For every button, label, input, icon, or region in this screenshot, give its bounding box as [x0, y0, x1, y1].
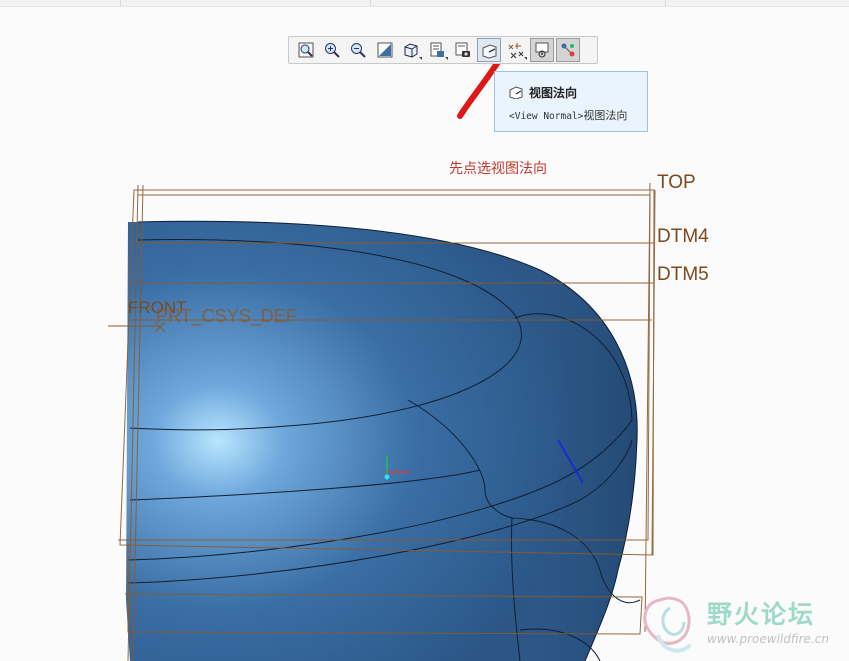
spin-center-button[interactable] [555, 38, 580, 62]
view-normal-icon [482, 44, 497, 59]
view-normal-button[interactable] [477, 38, 502, 62]
model-viewport[interactable] [0, 0, 849, 661]
saved-orientations-button[interactable] [426, 39, 448, 61]
tooltip-description-text: 视图法向 [583, 109, 628, 122]
display-style-icon [404, 43, 418, 58]
tooltip-description: <View Normal>视图法向 [509, 107, 627, 123]
datum-label-top[interactable]: TOP [657, 172, 696, 194]
repaint-icon [377, 42, 393, 58]
dropdown-caret [523, 57, 527, 60]
display-style-button[interactable] [400, 39, 422, 61]
annotation-display-button[interactable] [529, 38, 554, 62]
spin-center-icon [561, 43, 575, 57]
zoom-out-button[interactable] [347, 39, 369, 61]
annotation-display-icon [535, 42, 549, 58]
view-normal-icon [509, 86, 523, 99]
tooltip-command-name: <View Normal> [509, 111, 584, 122]
dropdown-caret [444, 57, 448, 60]
zoom-in-icon [325, 43, 340, 58]
zoom-out-icon [351, 43, 367, 58]
tooltip-title: 视图法向 [529, 86, 578, 100]
watermark-name: 野火论坛 [707, 600, 816, 629]
datum-display-filters-icon [508, 43, 523, 59]
view-manager-icon [455, 42, 471, 57]
view-manager-button[interactable] [452, 39, 474, 61]
repaint-button[interactable] [374, 39, 396, 61]
graphics-toolbar [288, 36, 598, 64]
zoom-in-button[interactable] [321, 39, 343, 61]
datum-display-filters-button[interactable] [505, 39, 527, 61]
dropdown-caret [418, 57, 422, 60]
zoom-to-fit-icon [298, 42, 314, 58]
annotation-stroke [457, 59, 501, 119]
view-normal-tooltip: 视图法向 <View Normal>视图法向 [494, 71, 648, 132]
saved-orientations-icon [430, 42, 444, 57]
datum-label-dtm4[interactable]: DTM4 [657, 226, 709, 248]
datum-label-dtm5[interactable]: DTM5 [657, 264, 709, 286]
csys-label[interactable]: PRT_CSYS_DEF [156, 306, 297, 327]
zoom-to-fit-button[interactable] [295, 39, 317, 61]
watermark-url: www.proewildfire.cn [707, 632, 829, 646]
annotation-text: 先点选视图法向 [449, 161, 547, 177]
